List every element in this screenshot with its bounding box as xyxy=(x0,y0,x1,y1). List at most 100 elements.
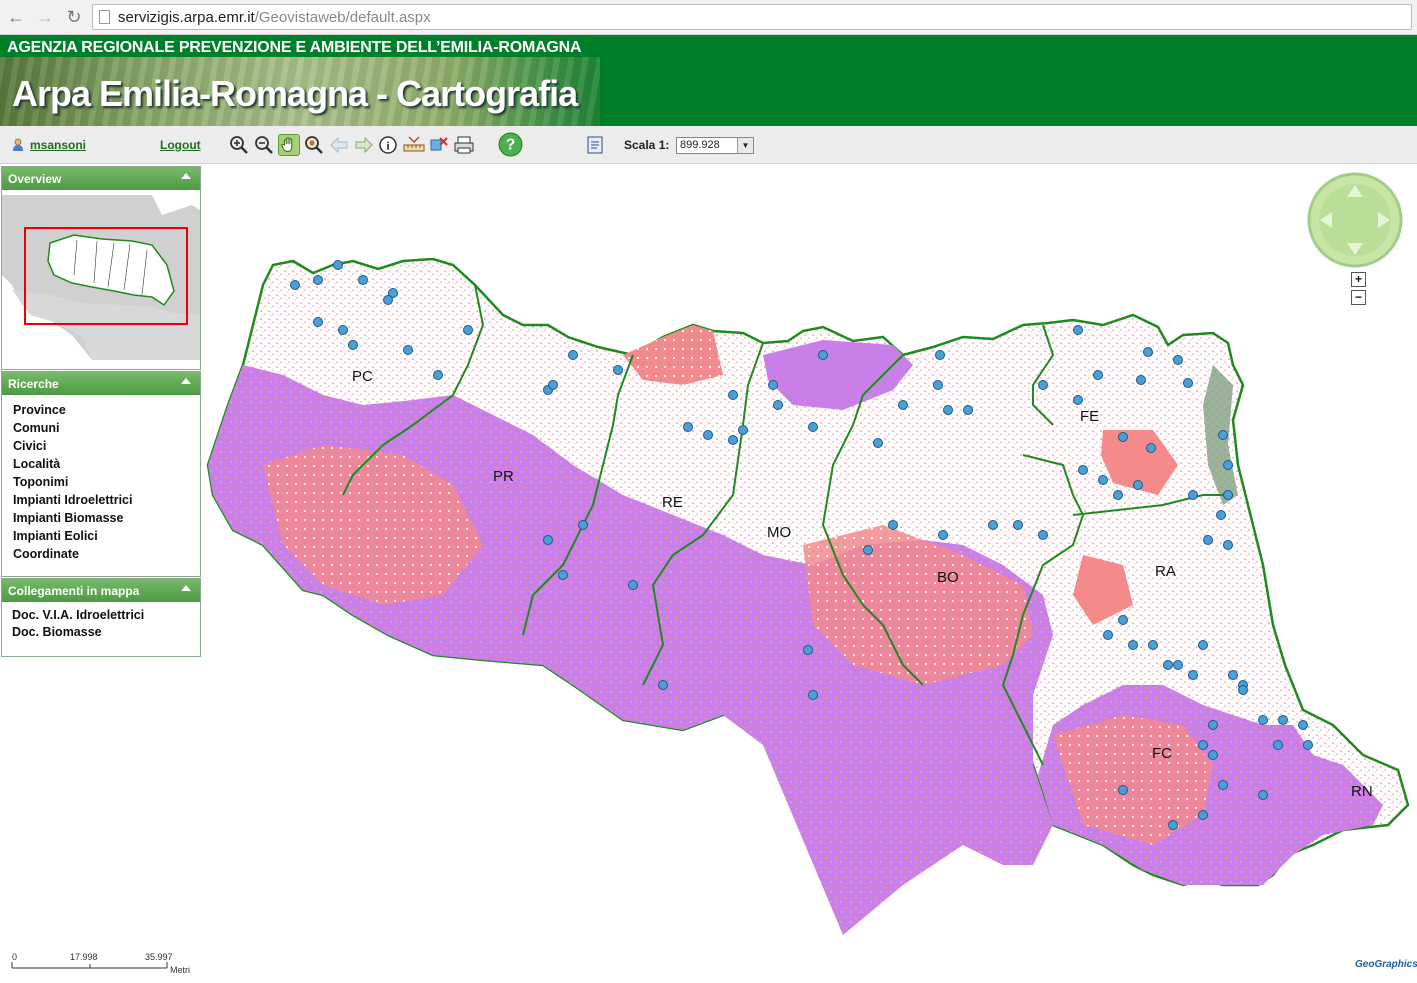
print-icon[interactable] xyxy=(453,134,475,156)
plant-marker[interactable] xyxy=(1298,720,1308,730)
overview-map[interactable] xyxy=(2,195,200,365)
forward-icon[interactable]: → xyxy=(35,7,55,27)
plant-marker[interactable] xyxy=(1278,715,1288,725)
plant-marker[interactable] xyxy=(1208,720,1218,730)
plant-marker[interactable] xyxy=(628,580,638,590)
plant-marker[interactable] xyxy=(1073,395,1083,405)
zoom-window-icon[interactable] xyxy=(303,134,325,156)
plant-marker[interactable] xyxy=(898,400,908,410)
plant-marker[interactable] xyxy=(933,380,943,390)
plant-marker[interactable] xyxy=(1198,640,1208,650)
plant-marker[interactable] xyxy=(1303,740,1313,750)
zoom-out-icon[interactable] xyxy=(253,134,275,156)
plant-marker[interactable] xyxy=(728,390,738,400)
plant-marker[interactable] xyxy=(1038,530,1048,540)
search-comuni[interactable]: Comuni xyxy=(2,419,200,437)
plant-marker[interactable] xyxy=(1188,670,1198,680)
back-arrow-icon[interactable] xyxy=(328,134,350,156)
plant-marker[interactable] xyxy=(1118,785,1128,795)
plant-marker[interactable] xyxy=(1148,640,1158,650)
plant-marker[interactable] xyxy=(938,530,948,540)
measure-icon[interactable] xyxy=(403,134,425,156)
search-province[interactable]: Province xyxy=(2,401,200,419)
forward-arrow-icon[interactable] xyxy=(353,134,375,156)
search-localita[interactable]: Località xyxy=(2,455,200,473)
plant-marker[interactable] xyxy=(578,520,588,530)
plant-marker[interactable] xyxy=(1238,685,1248,695)
search-coordinate[interactable]: Coordinate xyxy=(2,545,200,563)
plant-marker[interactable] xyxy=(1136,375,1146,385)
search-toponimi[interactable]: Toponimi xyxy=(2,473,200,491)
info-icon[interactable]: i xyxy=(378,134,400,156)
plant-marker[interactable] xyxy=(1258,790,1268,800)
plant-marker[interactable] xyxy=(1203,535,1213,545)
map-canvas[interactable]: PC PR RE MO BO FE RA FC RN + − GeoGraphi… xyxy=(203,165,1417,983)
plant-marker[interactable] xyxy=(873,438,883,448)
plant-marker[interactable] xyxy=(1113,490,1123,500)
plant-marker[interactable] xyxy=(803,645,813,655)
reload-icon[interactable]: ↻ xyxy=(64,7,84,27)
zoom-in-button[interactable]: + xyxy=(1351,272,1366,287)
legend-icon[interactable] xyxy=(584,134,606,156)
plant-marker[interactable] xyxy=(290,280,300,290)
plant-marker[interactable] xyxy=(1118,615,1128,625)
back-icon[interactable]: ← xyxy=(6,7,26,27)
plant-marker[interactable] xyxy=(658,680,668,690)
search-civici[interactable]: Civici xyxy=(2,437,200,455)
plant-marker[interactable] xyxy=(1183,378,1193,388)
plant-marker[interactable] xyxy=(703,430,713,440)
username-link[interactable]: msansoni xyxy=(30,138,86,152)
address-bar[interactable]: servizigis.arpa.emr.it/Geovistaweb/defau… xyxy=(92,4,1412,30)
plant-marker[interactable] xyxy=(1223,490,1233,500)
plant-marker[interactable] xyxy=(548,380,558,390)
plant-marker[interactable] xyxy=(888,520,898,530)
collapse-icon[interactable] xyxy=(181,378,191,384)
link-doc-biomasse[interactable]: Doc. Biomasse xyxy=(2,624,200,641)
plant-marker[interactable] xyxy=(988,520,998,530)
plant-marker[interactable] xyxy=(1208,750,1218,760)
plant-marker[interactable] xyxy=(433,370,443,380)
scale-select[interactable]: 899.928 ▼ xyxy=(676,137,754,154)
plant-marker[interactable] xyxy=(1218,780,1228,790)
plant-marker[interactable] xyxy=(738,425,748,435)
plant-marker[interactable] xyxy=(1093,370,1103,380)
plant-marker[interactable] xyxy=(383,295,393,305)
plant-marker[interactable] xyxy=(348,340,358,350)
plant-marker[interactable] xyxy=(1133,480,1143,490)
plant-marker[interactable] xyxy=(1103,630,1113,640)
plant-marker[interactable] xyxy=(768,380,778,390)
plant-marker[interactable] xyxy=(1168,820,1178,830)
plant-marker[interactable] xyxy=(773,400,783,410)
search-impianti-idroelettrici[interactable]: Impianti Idroelettrici xyxy=(2,491,200,509)
plant-marker[interactable] xyxy=(1173,660,1183,670)
plant-marker[interactable] xyxy=(1098,475,1108,485)
plant-marker[interactable] xyxy=(568,350,578,360)
link-doc-via-idroelettrici[interactable]: Doc. V.I.A. Idroelettrici xyxy=(2,607,200,624)
ricerche-header[interactable]: Ricerche xyxy=(2,372,200,395)
plant-marker[interactable] xyxy=(333,260,343,270)
plant-marker[interactable] xyxy=(943,405,953,415)
overview-header[interactable]: Overview xyxy=(2,167,200,190)
plant-marker[interactable] xyxy=(338,325,348,335)
plant-marker[interactable] xyxy=(1223,540,1233,550)
search-impianti-biomasse[interactable]: Impianti Biomasse xyxy=(2,509,200,527)
plant-marker[interactable] xyxy=(1163,660,1173,670)
plant-marker[interactable] xyxy=(1223,460,1233,470)
zoom-in-icon[interactable] xyxy=(228,134,250,156)
plant-marker[interactable] xyxy=(1228,670,1238,680)
collapse-icon[interactable] xyxy=(181,173,191,179)
plant-marker[interactable] xyxy=(313,275,323,285)
plant-marker[interactable] xyxy=(1078,465,1088,475)
logout-link[interactable]: Logout xyxy=(160,138,201,152)
pan-control[interactable] xyxy=(1307,172,1403,268)
plant-marker[interactable] xyxy=(313,317,323,327)
plant-marker[interactable] xyxy=(1188,490,1198,500)
plant-marker[interactable] xyxy=(1146,443,1156,453)
plant-marker[interactable] xyxy=(683,422,693,432)
plant-marker[interactable] xyxy=(1073,325,1083,335)
plant-marker[interactable] xyxy=(1128,640,1138,650)
region-map[interactable]: PC PR RE MO BO FE RA FC RN xyxy=(203,165,1417,983)
zoom-out-button[interactable]: − xyxy=(1351,290,1366,305)
plant-marker[interactable] xyxy=(1218,430,1228,440)
clear-selection-icon[interactable] xyxy=(428,134,450,156)
